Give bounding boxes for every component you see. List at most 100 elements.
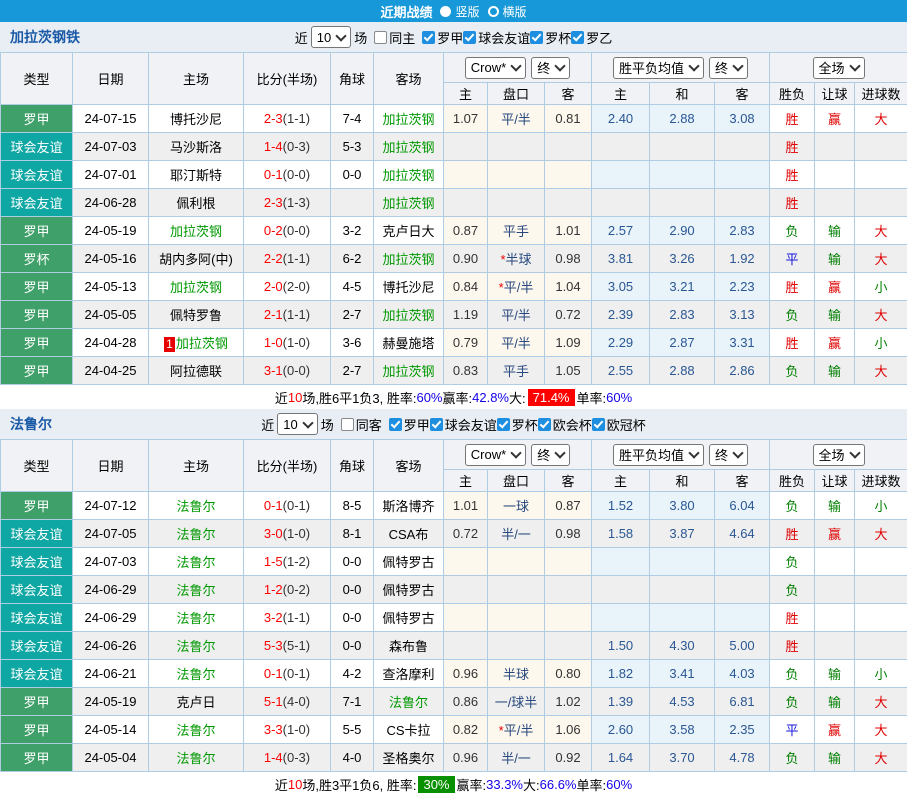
checkbox-checked-icon[interactable]	[497, 418, 510, 431]
cell-score[interactable]: 2-0(2-0)	[244, 273, 331, 301]
fulltime-score[interactable]: 2-0	[264, 279, 283, 294]
cell-score[interactable]: 3-2(1-1)	[244, 604, 331, 632]
cell-avg-draw: 2.90	[650, 217, 715, 245]
cell-score[interactable]: 2-2(1-1)	[244, 245, 331, 273]
fulltime-score[interactable]: 1-5	[264, 554, 283, 569]
recent-count-select[interactable]: 10	[311, 26, 351, 48]
scope-select[interactable]: 全场	[813, 444, 865, 466]
odds-company-select[interactable]: Crow*	[465, 57, 526, 79]
recent-count-select[interactable]: 10	[277, 413, 317, 435]
cell-score[interactable]: 3-1(0-0)	[244, 357, 331, 385]
checkbox-checked-icon[interactable]	[530, 31, 543, 44]
cell-score[interactable]: 0-1(0-1)	[244, 660, 331, 688]
away-team-name: 加拉茨钢	[382, 364, 434, 379]
cell-score[interactable]: 3-3(1-0)	[244, 716, 331, 744]
fulltime-score[interactable]: 0-1	[264, 498, 283, 513]
cell-score[interactable]: 1-4(0-3)	[244, 744, 331, 772]
fulltime-score[interactable]: 3-1	[264, 363, 283, 378]
odds-company-select[interactable]: Crow*	[465, 444, 526, 466]
avg-time-select[interactable]: 终	[709, 444, 748, 466]
fulltime-score[interactable]: 1-0	[264, 335, 283, 350]
cell-score[interactable]: 1-5(1-2)	[244, 548, 331, 576]
cell-match-type: 球会友谊	[1, 604, 73, 632]
league-filter[interactable]: 罗甲	[422, 28, 463, 47]
fulltime-score[interactable]: 2-3	[264, 111, 283, 126]
cell-score[interactable]: 2-1(1-1)	[244, 301, 331, 329]
cell-avg-home	[592, 548, 650, 576]
cell-score[interactable]: 1-0(1-0)	[244, 329, 331, 357]
cell-away-team: 法鲁尔	[374, 688, 444, 716]
fulltime-score[interactable]: 3-3	[264, 722, 283, 737]
checkbox-checked-icon[interactable]	[389, 418, 402, 431]
fulltime-score[interactable]: 1-2	[264, 582, 283, 597]
cell-score[interactable]: 5-1(4-0)	[244, 688, 331, 716]
cell-goals-result: 大	[855, 520, 907, 548]
fulltime-score[interactable]: 2-1	[264, 307, 283, 322]
fulltime-score[interactable]: 3-0	[264, 526, 283, 541]
cell-score[interactable]: 3-0(1-0)	[244, 520, 331, 548]
fulltime-score[interactable]: 0-1	[264, 167, 283, 182]
same-venue-filter[interactable]: 同客	[341, 415, 382, 434]
league-filter[interactable]: 欧冠杯	[592, 415, 646, 434]
league-filter[interactable]: 罗甲	[389, 415, 430, 434]
handicap-name: 平/半	[501, 112, 531, 127]
league-filter[interactable]: 罗杯	[497, 415, 538, 434]
fulltime-score[interactable]: 5-1	[264, 694, 283, 709]
checkbox-checked-icon[interactable]	[422, 31, 435, 44]
checkbox-checked-icon[interactable]	[430, 418, 443, 431]
league-filter[interactable]: 罗杯	[530, 28, 571, 47]
scope-select[interactable]: 全场	[813, 57, 865, 79]
fulltime-score[interactable]: 3-2	[264, 610, 283, 625]
chevron-down-icon	[511, 60, 522, 71]
checkbox-checked-icon[interactable]	[592, 418, 605, 431]
cell-score[interactable]: 1-4(0-3)	[244, 133, 331, 161]
cell-score[interactable]: 0-2(0-0)	[244, 217, 331, 245]
cell-handicap-result	[815, 576, 855, 604]
cell-odds-home	[444, 189, 488, 217]
cell-score[interactable]: 0-1(0-0)	[244, 161, 331, 189]
fulltime-score[interactable]: 0-2	[264, 223, 283, 238]
cell-away-team: 加拉茨钢	[374, 301, 444, 329]
avg-type-select[interactable]: 胜平负均值	[613, 444, 704, 466]
layout-radio-horizontal[interactable]: 横版	[488, 3, 527, 20]
cell-score[interactable]: 2-3(1-3)	[244, 189, 331, 217]
same-venue-filter[interactable]: 同主	[374, 28, 415, 47]
fulltime-score[interactable]: 1-4	[264, 750, 283, 765]
cell-away-team: 博托沙尼	[374, 273, 444, 301]
odds-time-select[interactable]: 终	[531, 57, 570, 79]
fulltime-score[interactable]: 0-1	[264, 666, 283, 681]
cell-score[interactable]: 1-2(0-2)	[244, 576, 331, 604]
cell-score[interactable]: 5-3(5-1)	[244, 632, 331, 660]
cell-handicap	[488, 189, 545, 217]
checkbox-checked-icon[interactable]	[463, 31, 476, 44]
avg-time-select[interactable]: 终	[709, 57, 748, 79]
cell-date: 24-06-26	[73, 632, 149, 660]
checkbox-unchecked-icon[interactable]	[374, 31, 387, 44]
checkbox-checked-icon[interactable]	[571, 31, 584, 44]
cell-score[interactable]: 2-3(1-1)	[244, 105, 331, 133]
col-odds-home: 主	[444, 83, 488, 105]
fulltime-score[interactable]: 1-4	[264, 139, 283, 154]
radio-selected-icon[interactable]	[440, 6, 451, 17]
league-filter[interactable]: 欧会杯	[538, 415, 592, 434]
fulltime-score[interactable]: 2-3	[264, 195, 283, 210]
odds-time-select[interactable]: 终	[531, 444, 570, 466]
checkbox-checked-icon[interactable]	[538, 418, 551, 431]
layout-radio-vertical[interactable]: 竖版	[440, 3, 479, 20]
home-team-name: 博托沙尼	[170, 112, 222, 127]
cell-home-team: 法鲁尔	[149, 492, 244, 520]
cell-corner: 2-7	[331, 357, 374, 385]
league-filter[interactable]: 球会友谊	[430, 415, 497, 434]
avg-type-select[interactable]: 胜平负均值	[613, 57, 704, 79]
fulltime-score[interactable]: 5-3	[264, 638, 283, 653]
league-filter[interactable]: 罗乙	[571, 28, 612, 47]
cell-goals-result	[855, 161, 907, 189]
cell-handicap-result: 赢	[815, 716, 855, 744]
cell-corner: 0-0	[331, 604, 374, 632]
league-filter[interactable]: 球会友谊	[463, 28, 530, 47]
checkbox-unchecked-icon[interactable]	[341, 418, 354, 431]
radio-unselected-icon[interactable]	[488, 6, 499, 17]
fulltime-score[interactable]: 2-2	[264, 251, 283, 266]
cell-score[interactable]: 0-1(0-1)	[244, 492, 331, 520]
cell-away-team: 加拉茨钢	[374, 245, 444, 273]
